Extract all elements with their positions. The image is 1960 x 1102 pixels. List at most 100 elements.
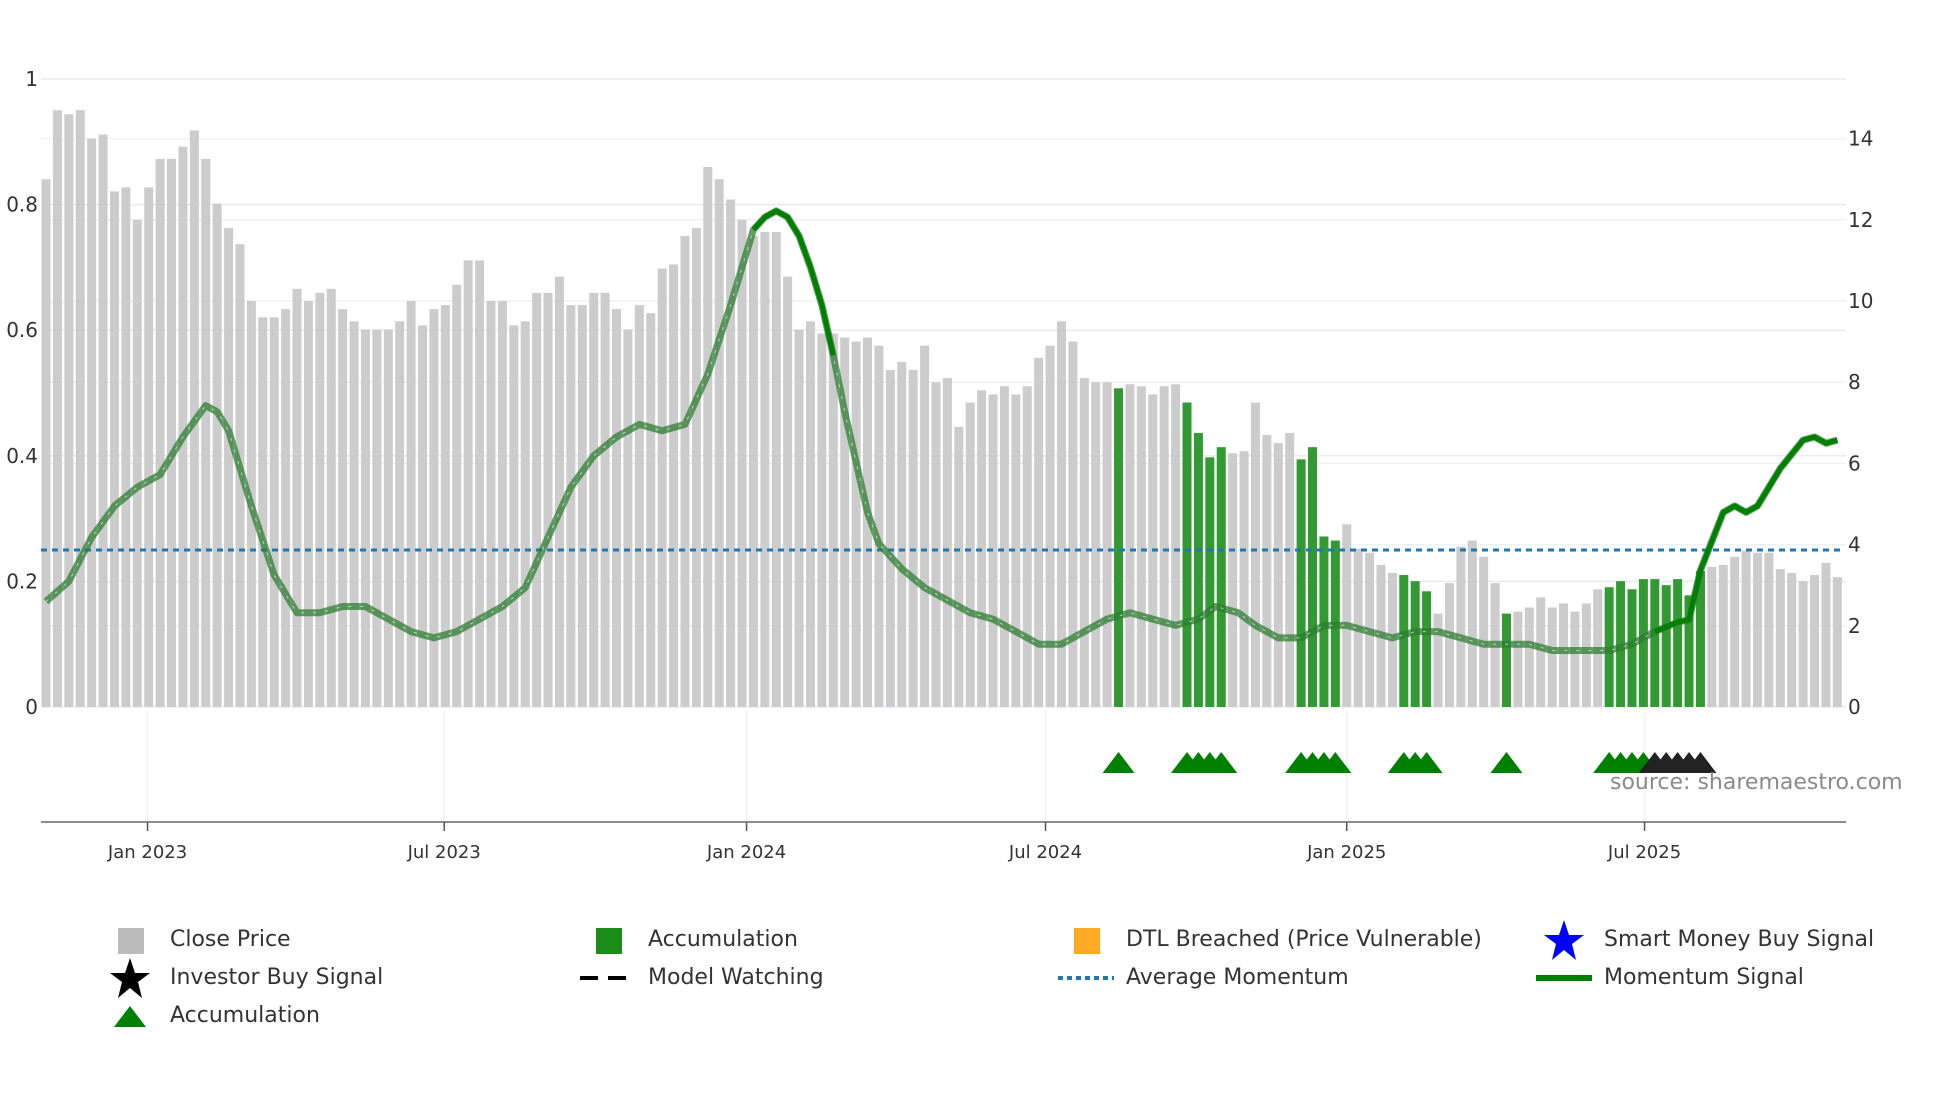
close-price-bar bbox=[1068, 341, 1078, 707]
close-price-bar bbox=[885, 370, 895, 707]
accumulation-bar bbox=[1296, 459, 1306, 707]
left-tick-label: 0.6 bbox=[6, 318, 38, 342]
close-price-bar bbox=[383, 329, 393, 707]
close-price-bar bbox=[691, 227, 701, 708]
close-price-bar bbox=[463, 260, 473, 707]
close-price-bar bbox=[1228, 453, 1238, 707]
close-price-bar bbox=[1536, 597, 1546, 707]
close-price-bar bbox=[75, 110, 85, 708]
x-tick-label: Jul 2023 bbox=[407, 842, 481, 863]
close-price-bar bbox=[1570, 611, 1580, 707]
left-tick-label: 0 bbox=[25, 695, 38, 719]
close-price-bar bbox=[1753, 552, 1762, 707]
left-tick-label: 0.8 bbox=[6, 193, 38, 217]
close-price-bar bbox=[372, 329, 382, 707]
close-price-bar bbox=[1285, 432, 1295, 707]
close-price-bar bbox=[1273, 443, 1283, 707]
close-price-bar bbox=[680, 236, 690, 708]
close-price-bar bbox=[1581, 603, 1591, 707]
left-tick-label: 0.2 bbox=[6, 569, 38, 593]
accumulation-bar bbox=[1410, 581, 1420, 707]
close-price-bar bbox=[1034, 357, 1044, 707]
close-price-bar bbox=[931, 382, 941, 707]
close-price-bar bbox=[360, 329, 370, 707]
source-note: source: sharemaestro.com bbox=[1610, 770, 1903, 795]
close-price-bar bbox=[612, 309, 621, 707]
close-price-bar bbox=[1079, 378, 1089, 707]
close-price-bar bbox=[338, 309, 348, 707]
close-price-bar bbox=[965, 402, 975, 707]
close-price-bar bbox=[109, 191, 119, 707]
close-price-bar bbox=[543, 292, 553, 707]
close-price-bar bbox=[851, 341, 861, 707]
close-price-bar bbox=[646, 313, 656, 707]
close-price-bar bbox=[1787, 573, 1797, 707]
close-price-bar bbox=[600, 292, 610, 707]
close-price-bar bbox=[1798, 581, 1808, 707]
close-price-bar bbox=[121, 187, 131, 707]
left-tick-label: 0.4 bbox=[6, 444, 38, 468]
close-price-bar bbox=[1056, 321, 1066, 707]
close-price-bar bbox=[589, 292, 599, 707]
close-price-bar bbox=[395, 321, 405, 707]
accumulation-bar bbox=[1422, 591, 1432, 707]
close-price-bar bbox=[1091, 382, 1101, 707]
close-price-bar bbox=[1810, 575, 1820, 707]
right-tick-label: 4 bbox=[1848, 533, 1861, 557]
close-price-bar bbox=[1718, 564, 1728, 707]
accumulation-bar bbox=[1319, 536, 1329, 707]
close-price-bar bbox=[418, 325, 428, 707]
close-price-bar bbox=[269, 317, 279, 707]
close-price-bar bbox=[760, 231, 770, 708]
x-tick-label: Jan 2024 bbox=[706, 842, 786, 863]
close-price-bar bbox=[1045, 345, 1055, 707]
close-price-bar bbox=[1239, 451, 1249, 707]
left-tick-label: 1 bbox=[25, 67, 38, 91]
close-price-bar bbox=[281, 309, 291, 707]
close-price-bar bbox=[520, 321, 530, 707]
close-price-bar bbox=[303, 301, 313, 707]
right-tick-label: 14 bbox=[1848, 127, 1873, 151]
close-price-bar bbox=[1102, 382, 1112, 707]
right-tick-label: 6 bbox=[1848, 451, 1861, 475]
close-price-bar bbox=[737, 219, 747, 708]
close-price-bar bbox=[155, 158, 165, 707]
right-tick-label: 0 bbox=[1848, 695, 1861, 719]
close-price-bar bbox=[1433, 613, 1443, 707]
close-price-bar bbox=[486, 301, 496, 707]
close-price-bar bbox=[1775, 568, 1785, 707]
right-tick-label: 8 bbox=[1848, 370, 1861, 394]
close-price-bar bbox=[1467, 540, 1477, 707]
close-price-bar bbox=[1136, 386, 1146, 707]
accumulation-bar bbox=[1114, 388, 1124, 707]
close-price-bar bbox=[805, 321, 815, 707]
close-price-bar bbox=[1764, 552, 1774, 707]
close-price-bar bbox=[406, 301, 416, 707]
close-price-bar bbox=[1832, 577, 1842, 707]
close-price-bar bbox=[452, 284, 462, 707]
right-tick-label: 10 bbox=[1848, 289, 1873, 313]
close-price-bar bbox=[908, 370, 918, 707]
close-price-bar bbox=[954, 426, 964, 707]
accumulation-marker bbox=[1102, 752, 1135, 773]
close-price-bar bbox=[566, 305, 576, 707]
close-price-bar bbox=[144, 187, 154, 707]
close-price-bar bbox=[64, 114, 74, 708]
close-price-bar bbox=[132, 219, 142, 708]
close-price-bar bbox=[87, 138, 97, 708]
x-tick-label: Jan 2025 bbox=[1306, 842, 1386, 863]
close-price-bar bbox=[1479, 556, 1489, 707]
accumulation-bar bbox=[1216, 447, 1226, 707]
close-price-bar bbox=[920, 345, 930, 707]
close-price-bar bbox=[475, 260, 485, 707]
right-tick-label: 12 bbox=[1848, 208, 1873, 232]
close-price-bar bbox=[634, 305, 644, 707]
close-price-bar bbox=[942, 378, 952, 707]
close-price-bar bbox=[98, 134, 108, 708]
close-price-bar bbox=[1342, 524, 1352, 707]
accumulation-bar bbox=[1308, 447, 1318, 707]
close-price-bar bbox=[167, 158, 177, 707]
right-tick-label: 2 bbox=[1848, 614, 1861, 638]
close-price-bar bbox=[349, 321, 359, 707]
close-price-bar bbox=[1730, 556, 1740, 707]
